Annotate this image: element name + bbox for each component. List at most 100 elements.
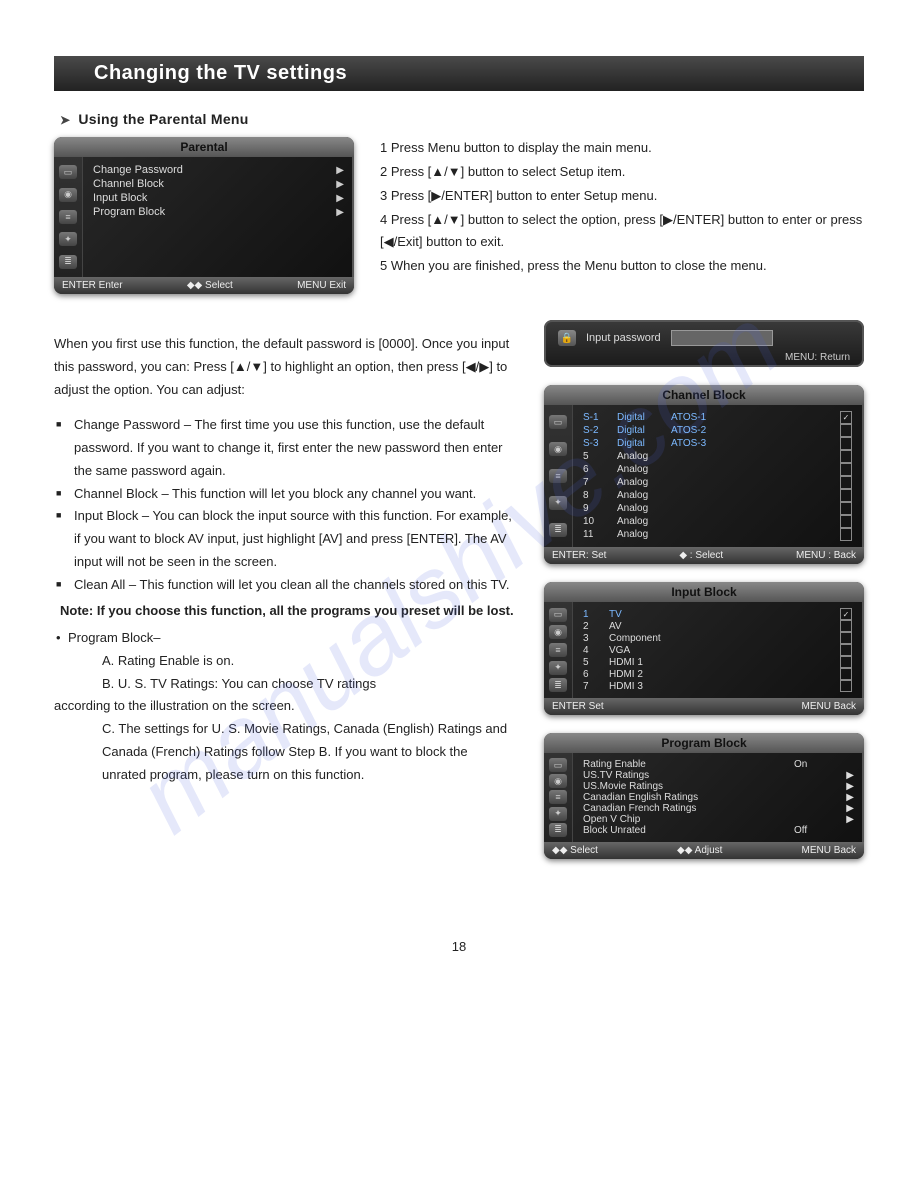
program-block-c: C. The settings for U. S. Movie Ratings,… xyxy=(54,718,514,786)
checkbox[interactable] xyxy=(840,424,852,437)
program-block-b: B. U. S. TV Ratings: You can choose TV r… xyxy=(54,673,514,696)
checkbox[interactable] xyxy=(840,620,852,632)
setting-label: Canadian French Ratings xyxy=(583,803,788,814)
pic-icon: ▭ xyxy=(549,758,567,772)
footer-back: MENU Back xyxy=(802,845,856,856)
bullet-input-block: Input Block – You can block the input so… xyxy=(54,505,514,573)
footer-back: MENU : Back xyxy=(796,550,856,561)
footer-enter: ENTER: Set xyxy=(552,550,606,561)
pic-icon: ▭ xyxy=(59,165,77,179)
channel-icon: ≡ xyxy=(59,210,77,224)
checkbox[interactable] xyxy=(840,632,852,644)
chevron-right-icon: ▶ xyxy=(840,770,854,781)
input-label: Component xyxy=(609,633,834,644)
checkbox[interactable] xyxy=(840,463,852,476)
checkbox[interactable] xyxy=(840,680,852,692)
channel-name xyxy=(671,508,834,509)
pic-icon: ▭ xyxy=(549,608,567,622)
input-password-osd: 🔒 Input password MENU: Return xyxy=(544,320,864,367)
channel-icon: ≡ xyxy=(549,469,567,483)
channel-num: 10 xyxy=(583,516,611,528)
menu-item[interactable]: Program Block ▶ xyxy=(93,205,344,219)
setup-icon: ≣ xyxy=(549,678,567,692)
checkbox[interactable] xyxy=(840,476,852,489)
channel-name xyxy=(671,482,834,483)
footer-select: ◆◆ Select xyxy=(187,280,233,291)
input-label: VGA xyxy=(609,645,834,656)
checkbox[interactable] xyxy=(840,502,852,515)
channel-num: 11 xyxy=(583,529,611,541)
footer-select: ◆ : Select xyxy=(679,550,723,561)
channel-type: Digital xyxy=(617,438,665,450)
bullet-change-password: Change Password – The first time you use… xyxy=(54,414,514,482)
input-num: 6 xyxy=(583,669,603,680)
osd-sidebar: ▭ ◉ ≡ ✦ ≣ xyxy=(54,157,83,277)
input-label: TV xyxy=(609,609,834,620)
menu-item-label: Input Block xyxy=(93,192,147,204)
checkbox[interactable] xyxy=(840,668,852,680)
instruction-step: 3 Press [▶/ENTER] button to enter Setup … xyxy=(380,185,864,207)
channel-type: Analog xyxy=(617,516,665,528)
channel-type: Analog xyxy=(617,451,665,463)
menu-item[interactable]: Change Password▶ xyxy=(93,163,344,177)
osd-sidebar: ▭ ◉ ≡ ✦ ≣ xyxy=(544,753,573,842)
channel-type: Digital xyxy=(617,425,665,437)
channel-num: 8 xyxy=(583,490,611,502)
channel-type: Analog xyxy=(617,464,665,476)
menu-item-label: Program Block xyxy=(93,206,165,218)
osd-sidebar: ▭ ◉ ≡ ✦ ≣ xyxy=(544,602,573,698)
channel-num: 7 xyxy=(583,477,611,489)
channel-type: Analog xyxy=(617,477,665,489)
checkbox[interactable] xyxy=(840,656,852,668)
channel-type: Digital xyxy=(617,412,665,424)
chevron-right-icon: ▶ xyxy=(336,165,344,176)
channel-name xyxy=(671,456,834,457)
chevron-right-icon: ▶ xyxy=(336,207,344,218)
checkbox[interactable] xyxy=(840,528,852,541)
channel-name: ATOS-3 xyxy=(671,438,834,450)
setting-value: Off xyxy=(794,825,834,836)
intro-paragraph: When you first use this function, the de… xyxy=(54,333,514,401)
channel-name: ATOS-1 xyxy=(671,412,834,424)
instructions: 1 Press Menu button to display the main … xyxy=(380,137,864,280)
lock-icon: 🔒 xyxy=(558,330,576,346)
channel-num: 9 xyxy=(583,503,611,515)
input-num: 1 xyxy=(583,609,603,620)
password-field[interactable] xyxy=(671,330,773,346)
pic-icon: ▭ xyxy=(549,415,567,429)
checkbox[interactable] xyxy=(840,489,852,502)
channel-name xyxy=(671,534,834,535)
channel-icon: ≡ xyxy=(549,643,567,657)
checkbox[interactable]: ✓ xyxy=(840,411,852,424)
setting-label: Open V Chip xyxy=(583,814,788,825)
input-label: HDMI 3 xyxy=(609,681,834,692)
channel-num: S-2 xyxy=(583,425,611,437)
input-label: HDMI 1 xyxy=(609,657,834,668)
checkbox[interactable] xyxy=(840,515,852,528)
checkbox[interactable] xyxy=(840,437,852,450)
setting-label: Block Unrated xyxy=(583,825,788,836)
bullet-clean-all: Clean All – This function will let you c… xyxy=(54,574,514,597)
channel-name xyxy=(671,521,834,522)
lock-icon: ✦ xyxy=(59,232,77,246)
menu-item[interactable]: Input Block▶ xyxy=(93,191,344,205)
input-num: 4 xyxy=(583,645,603,656)
input-block-osd: Input Block ▭ ◉ ≡ ✦ ≣ 1TV✓2AV3Component4… xyxy=(544,582,864,715)
footer-select: ◆◆ Select xyxy=(552,845,598,856)
footer-adjust: ◆◆ Adjust xyxy=(677,845,722,856)
chevron-right-icon: ▶ xyxy=(840,814,854,825)
checkbox[interactable]: ✓ xyxy=(840,608,852,620)
checkbox[interactable] xyxy=(840,644,852,656)
parental-osd: Parental ▭ ◉ ≡ ✦ ≣ Change Password▶ Chan… xyxy=(54,137,354,294)
instruction-step: 5 When you are finished, press the Menu … xyxy=(380,255,864,277)
setup-icon: ≣ xyxy=(59,255,77,269)
chevron-right-icon: ▶ xyxy=(840,803,854,814)
menu-item[interactable]: Channel Block▶ xyxy=(93,177,344,191)
input-label: AV xyxy=(609,621,834,632)
channel-name xyxy=(671,469,834,470)
setting-label: US.Movie Ratings xyxy=(583,781,788,792)
lock-icon: ✦ xyxy=(549,661,567,675)
channel-icon: ≡ xyxy=(549,790,567,804)
checkbox[interactable] xyxy=(840,450,852,463)
page-number: 18 xyxy=(54,939,864,954)
